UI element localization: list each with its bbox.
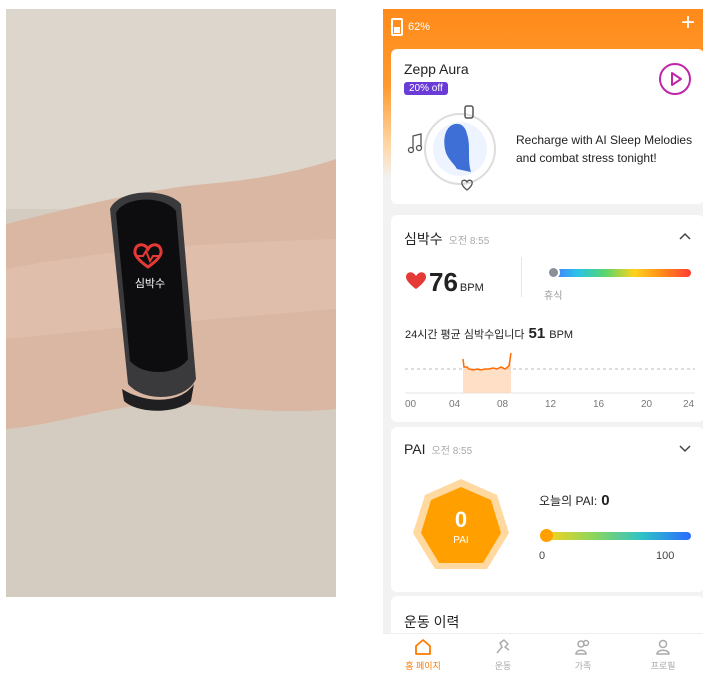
run-icon [496,639,510,654]
x-tick: 12 [545,399,557,410]
x-tick: 24 [683,399,695,410]
heart-zone-marker [547,266,560,279]
tab-home[interactable]: 홈 페이지 [383,638,463,672]
pai-today: 오늘의 PAI: 0 [539,492,610,509]
chevron-up-icon[interactable] [678,231,692,241]
heart-average-value: 51 [528,325,546,342]
status-bar: 62% [391,18,430,36]
heart-rate-title: 심박수 [404,231,443,247]
tab-profile[interactable]: 프로필 [623,638,703,672]
chevron-down-icon[interactable] [678,443,692,453]
x-tick: 20 [641,399,653,410]
pai-time: 오전 8:55 [431,446,473,457]
tab-family[interactable]: 가족 [543,638,623,672]
workout-history-title: 운동 이력 [404,614,460,630]
play-icon [671,72,682,86]
pai-header: PAI 오전 8:55 [404,441,472,457]
pai-scale-min: 0 [539,550,546,562]
sleep-illustration-icon [407,105,496,191]
pai-today-value: 0 [601,492,610,509]
heart-rate-time: 오전 8:55 [448,236,490,247]
x-tick: 08 [497,399,509,410]
tab-profile-label: 프로필 [650,661,676,671]
heart-chart-x-axis: 00 04 08 12 16 20 24 [405,399,695,411]
heart-average: 24시간 평균 심박수입니다 51 BPM [405,325,573,342]
profile-icon [656,639,670,655]
heart-icon [406,272,426,289]
heart-rate-reading: 76 BPM [405,267,484,298]
pai-label: PAI [453,535,469,546]
wristband-photo: 심박수 [6,9,336,597]
tab-workout[interactable]: 운동 [463,638,543,672]
x-tick: 00 [405,399,417,410]
heart-rate-chart [405,352,695,394]
promo-text-line2: and combat stress tonight! [516,151,657,165]
family-icon [575,639,590,655]
heart-average-label: 24시간 평균 심박수입니다 [405,329,525,341]
promo-card[interactable]: Zepp Aura 20% off Recharge with AI Sleep… [391,49,703,204]
x-tick: 04 [449,399,461,410]
promo-text-line1: Recharge with AI Sleep Melodies [516,133,693,147]
promo-badge: 20% off [404,82,448,95]
pai-title: PAI [404,441,426,457]
tab-family-label: 가족 [574,661,592,671]
heart-rate-header: 심박수 오전 8:55 [404,229,489,249]
heart-average-unit: BPM [549,329,574,341]
promo-title: Zepp Aura [404,61,469,77]
watch-label: 심박수 [135,277,165,290]
x-tick: 16 [593,399,605,410]
pai-value: 0 [454,507,468,532]
play-button[interactable] [659,63,691,95]
home-icon [415,639,431,655]
heart-rate-value: 76 [429,267,458,297]
tab-home-label: 홈 페이지 [405,661,441,671]
heart-zone-label: 휴식 [544,291,563,302]
pai-progress-marker [540,529,553,542]
pai-card[interactable]: PAI 오전 8:55 0 PAI 오늘의 PAI: 0 0 100 [391,427,703,592]
phone-screen: 62% + Zepp Aura 20% off Recharge with AI… [383,9,703,681]
heart-rate-unit: BPM [459,282,484,294]
pai-progress-bar [543,532,691,540]
tab-workout-label: 운동 [494,661,512,671]
pai-scale-max: 100 [656,550,675,562]
heart-zone-bar [549,269,691,277]
plus-icon[interactable]: + [681,11,695,35]
bottom-tab-bar: 홈 페이지 운동 가족 프로필 [383,633,703,681]
promo-text: Recharge with AI Sleep Melodies and comb… [516,131,692,167]
heart-rate-card[interactable]: 심박수 오전 8:55 76 BPM 휴식 24시간 평균 심박수입니다 51 B… [391,215,703,422]
pai-today-label: 오늘의 PAI: [539,494,598,508]
battery-level: 62% [408,21,431,33]
battery-icon [391,18,403,36]
